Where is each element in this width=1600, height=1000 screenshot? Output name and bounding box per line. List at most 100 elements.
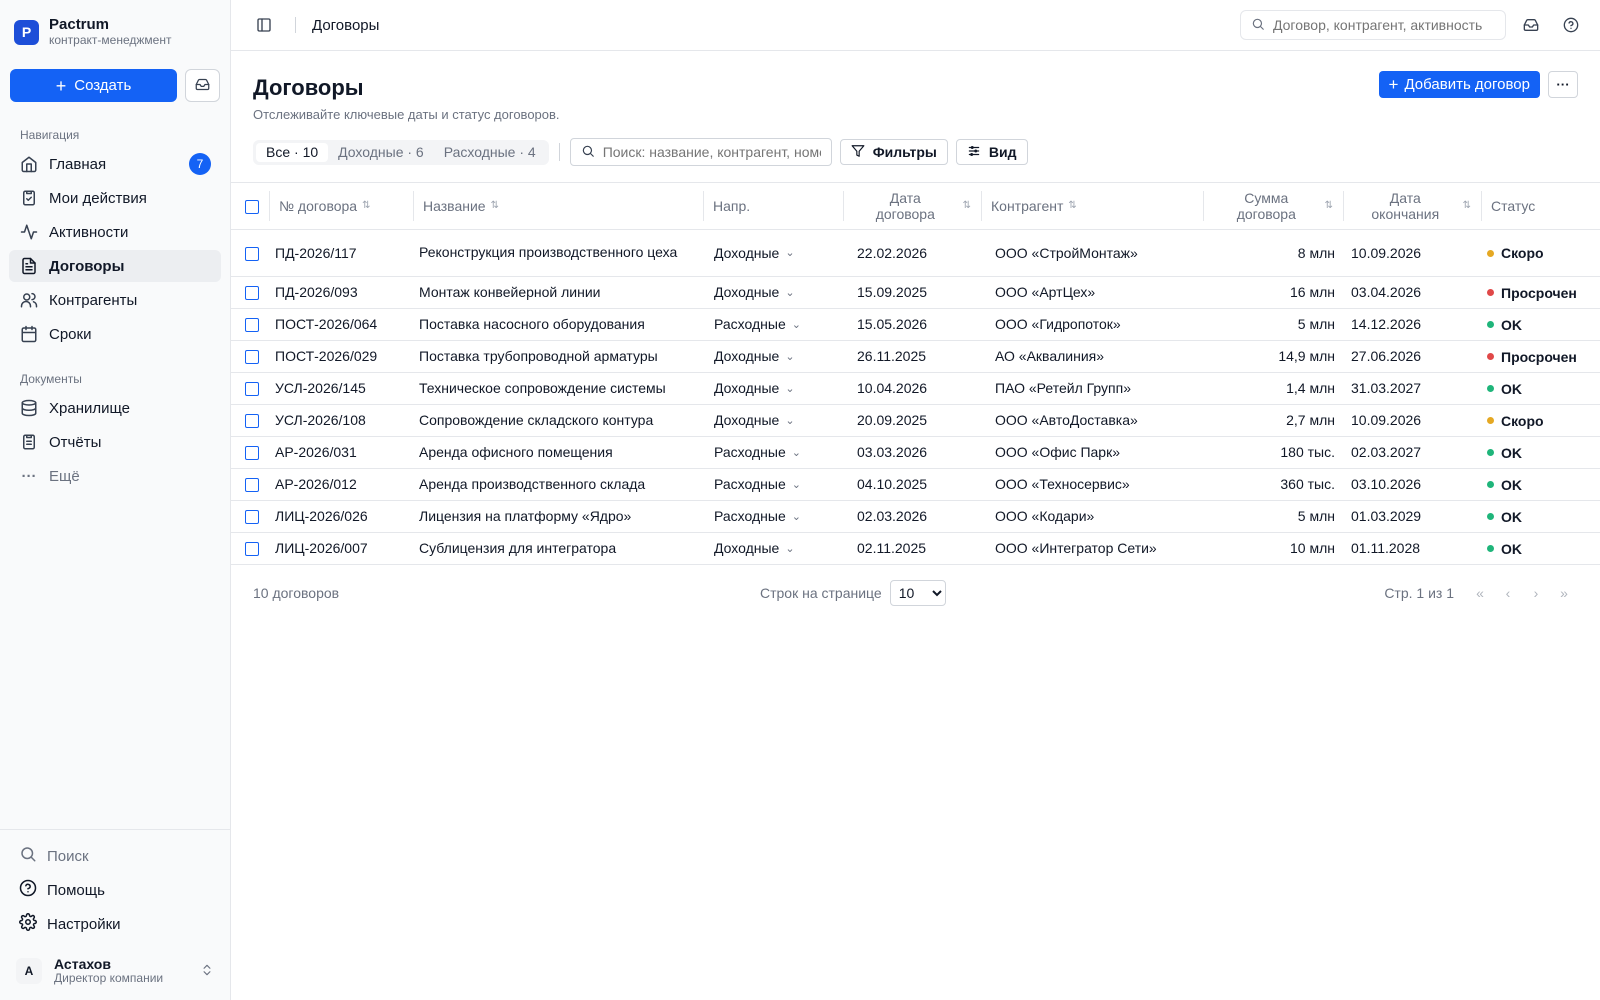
create-button[interactable]: + Создать [10, 69, 177, 102]
direction-select[interactable]: Расходные ⌄ [709, 444, 801, 460]
sidebar-item-home[interactable]: Главная 7 [9, 148, 221, 180]
col-date[interactable]: Дата договора ⇅ [843, 183, 981, 230]
table-row[interactable]: ПД-2026/117 Реконструкция производственно… [231, 229, 1600, 277]
sidebar-search[interactable]: Поиск [0, 840, 230, 872]
cell-name[interactable]: Аренда офисного помещения [413, 436, 703, 469]
direction-select[interactable]: Доходные ⌄ [709, 284, 795, 300]
table-search[interactable] [569, 138, 832, 166]
cell-counterparty[interactable]: ООО «Интегратор Сети» [981, 532, 1203, 565]
add-contract-button[interactable]: + Добавить договор [1378, 71, 1540, 98]
row-checkbox[interactable] [245, 318, 259, 333]
global-search[interactable] [1240, 10, 1506, 40]
cell-name[interactable]: Сопровождение складского контура [413, 404, 703, 437]
table-row[interactable]: АР-2026/012 Аренда производственного скла… [231, 468, 1600, 501]
view-button[interactable]: Вид [955, 139, 1028, 165]
row-checkbox[interactable] [245, 286, 259, 301]
row-checkbox[interactable] [245, 478, 259, 493]
cell-number[interactable]: ЛИЦ-2026/007 [269, 532, 413, 565]
cell-counterparty[interactable]: ООО «Гидропоток» [981, 308, 1203, 341]
sidebar-help[interactable]: Помощь [0, 874, 230, 906]
direction-select[interactable]: Доходные ⌄ [709, 380, 795, 396]
table-row[interactable]: ПОСТ-2026/029 Поставка трубопроводной арм… [231, 340, 1600, 373]
direction-select[interactable]: Доходные ⌄ [709, 245, 795, 261]
cell-number[interactable]: УСЛ-2026/108 [269, 404, 413, 437]
cell-number[interactable]: ЛИЦ-2026/026 [269, 500, 413, 533]
help-circle-icon[interactable] [1556, 10, 1586, 40]
col-amount[interactable]: Сумма договора ⇅ [1203, 183, 1343, 230]
brand[interactable]: P Pactrum контракт-менеджмент [0, 0, 230, 56]
row-checkbox[interactable] [245, 246, 259, 261]
sidebar-item-activities[interactable]: Активности [9, 216, 221, 248]
tab-income[interactable]: Доходные · 6 [328, 143, 434, 162]
cell-number[interactable]: АР-2026/012 [269, 468, 413, 501]
row-checkbox[interactable] [245, 414, 259, 429]
sidebar-item-storage[interactable]: Хранилище [9, 392, 221, 424]
cell-number[interactable]: АР-2026/031 [269, 436, 413, 469]
last-page-icon[interactable]: » [1550, 581, 1578, 605]
cell-number[interactable]: ПД-2026/093 [269, 276, 413, 309]
direction-select[interactable]: Доходные ⌄ [709, 412, 795, 428]
cell-counterparty[interactable]: ООО «Офис Парк» [981, 436, 1203, 469]
cell-counterparty[interactable]: ООО «Кодари» [981, 500, 1203, 533]
row-checkbox[interactable] [245, 510, 259, 525]
cell-name[interactable]: Поставка трубопроводной арматуры [413, 340, 703, 373]
sidebar-item-more[interactable]: ··· Ещё [9, 460, 221, 492]
direction-select[interactable]: Расходные ⌄ [709, 476, 801, 492]
rows-per-page-select[interactable]: 10 [889, 579, 946, 606]
inbox-icon[interactable] [1516, 10, 1546, 40]
cell-name[interactable]: Поставка насосного оборудования [413, 308, 703, 341]
row-checkbox[interactable] [245, 446, 259, 461]
table-search-input[interactable] [602, 144, 821, 160]
table-row[interactable]: ПОСТ-2026/064 Поставка насосного оборудов… [231, 308, 1600, 341]
direction-select[interactable]: Доходные ⌄ [709, 540, 795, 556]
col-number[interactable]: № договора ⇅ [269, 183, 413, 230]
cell-name[interactable]: Техническое сопровождение системы [413, 372, 703, 405]
tab-all[interactable]: Все · 10 [256, 142, 329, 162]
cell-name[interactable]: Сублицензия для интегратора [413, 532, 703, 565]
cell-counterparty[interactable]: ООО «Техносервис» [981, 468, 1203, 501]
sidebar-item-contracts[interactable]: Договоры [9, 250, 221, 282]
direction-select[interactable]: Расходные ⌄ [709, 316, 801, 332]
sidebar-item-my-actions[interactable]: Мои действия [9, 182, 221, 214]
direction-select[interactable]: Расходные ⌄ [709, 508, 801, 524]
more-actions-button[interactable]: ··· [1548, 71, 1578, 98]
col-name[interactable]: Название ⇅ [413, 183, 703, 230]
col-end-date[interactable]: Дата окончания ⇅ [1343, 183, 1481, 230]
cell-name[interactable]: Лицензия на платформу «Ядро» [413, 500, 703, 533]
user-menu[interactable]: A Астахов Директор компании [0, 944, 230, 1000]
cell-counterparty[interactable]: ООО «СтройМонтаж» [981, 229, 1203, 277]
table-row[interactable]: УСЛ-2026/145 Техническое сопровождение си… [231, 372, 1600, 405]
cell-counterparty[interactable]: ПАО «Ретейл Групп» [981, 372, 1203, 405]
table-row[interactable]: УСЛ-2026/108 Сопровождение складского кон… [231, 404, 1600, 437]
next-page-icon[interactable]: › [1522, 581, 1550, 605]
inbox-button[interactable] [185, 69, 220, 102]
table-row[interactable]: АР-2026/031 Аренда офисного помещения Расх… [231, 436, 1600, 469]
col-counterparty[interactable]: Контрагент ⇅ [981, 183, 1203, 230]
first-page-icon[interactable]: « [1466, 581, 1494, 605]
table-row[interactable]: ЛИЦ-2026/007 Сублицензия для интегратора Д… [231, 532, 1600, 565]
direction-select[interactable]: Доходные ⌄ [709, 348, 795, 364]
breadcrumb[interactable]: Договоры [312, 17, 379, 34]
cell-number[interactable]: УСЛ-2026/145 [269, 372, 413, 405]
global-search-input[interactable] [1273, 17, 1493, 33]
cell-counterparty[interactable]: АО «Аквалиния» [981, 340, 1203, 373]
select-all-checkbox[interactable] [245, 199, 259, 214]
prev-page-icon[interactable]: ‹ [1494, 581, 1522, 605]
row-checkbox[interactable] [245, 542, 259, 557]
cell-number[interactable]: ПОСТ-2026/029 [269, 340, 413, 373]
cell-name[interactable]: Реконструкция производственного цеха [413, 229, 703, 277]
table-row[interactable]: ЛИЦ-2026/026 Лицензия на платформу «Ядро»… [231, 500, 1600, 533]
table-row[interactable]: ПД-2026/093 Монтаж конвейерной линии Доход… [231, 276, 1600, 309]
cell-number[interactable]: ПОСТ-2026/064 [269, 308, 413, 341]
tab-expense[interactable]: Расходные · 4 [434, 143, 546, 162]
cell-name[interactable]: Аренда производственного склада [413, 468, 703, 501]
sidebar-toggle-icon[interactable] [249, 10, 279, 40]
sidebar-item-reports[interactable]: Отчёты [9, 426, 221, 458]
cell-name[interactable]: Монтаж конвейерной линии [413, 276, 703, 309]
filters-button[interactable]: Фильтры [839, 139, 948, 165]
cell-number[interactable]: ПД-2026/117 [269, 229, 413, 277]
sidebar-item-deadlines[interactable]: Сроки [9, 318, 221, 350]
sidebar-settings[interactable]: Настройки [0, 908, 230, 940]
row-checkbox[interactable] [245, 350, 259, 365]
row-checkbox[interactable] [245, 382, 259, 397]
